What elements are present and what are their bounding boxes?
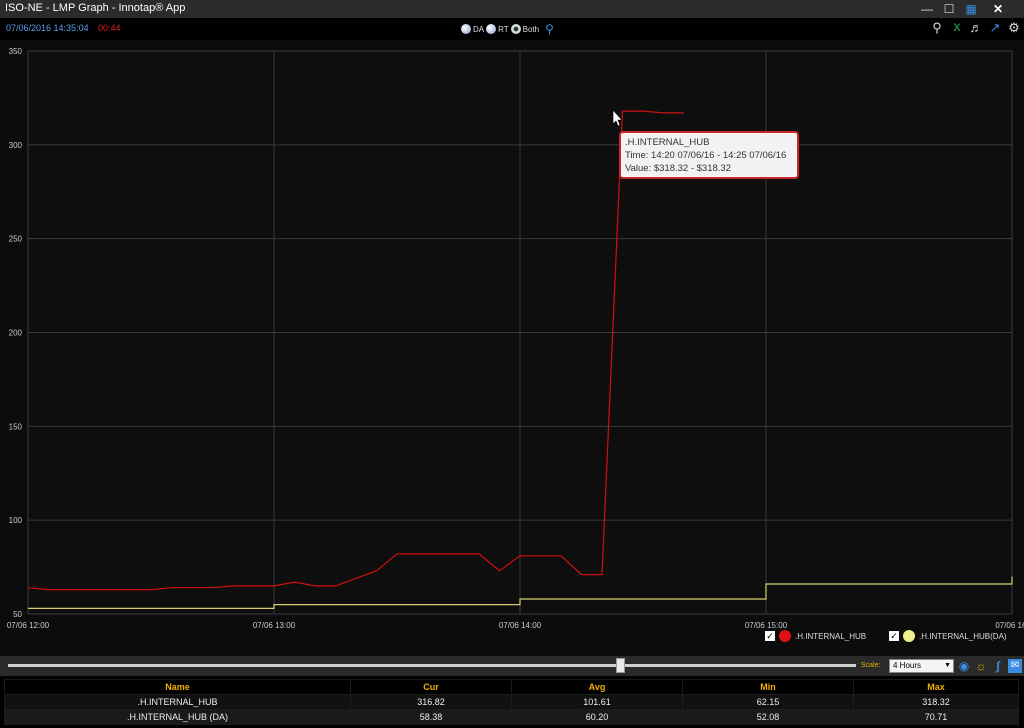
y-tick-label: 150: [9, 422, 23, 431]
radio-da[interactable]: [461, 24, 471, 34]
col-header-cur: Cur: [350, 679, 512, 695]
legend-swatch-da: [903, 630, 915, 642]
gear-icon[interactable]: ⚙: [1006, 20, 1022, 36]
scale-select[interactable]: 4 Hours ▼: [889, 659, 954, 673]
table-row[interactable]: .H.INTERNAL_HUB (DA) 58.38 60.20 52.08 7…: [4, 709, 1019, 725]
cell-name: .H.INTERNAL_HUB (DA): [4, 709, 351, 725]
popout-icon[interactable]: ↗: [987, 20, 1003, 36]
close-button[interactable]: ✕: [988, 1, 1008, 17]
maximize-button[interactable]: ☐: [939, 1, 959, 17]
chart-tooltip: .H.INTERNAL_HUB Time: 14:20 07/06/16 - 1…: [619, 131, 799, 179]
cell-avg: 101.61: [511, 694, 683, 710]
cell-max: 70.71: [853, 709, 1019, 725]
cell-cur: 58.38: [350, 709, 512, 725]
cell-cur: 316.82: [350, 694, 512, 710]
scale-select-value: 4 Hours: [893, 661, 922, 670]
table-row[interactable]: .H.INTERNAL_HUB 316.82 101.61 62.15 318.…: [4, 694, 1019, 710]
excel-icon[interactable]: X: [949, 20, 965, 36]
scale-label: Scale:: [861, 662, 881, 669]
radio-da-label: DA: [473, 24, 485, 34]
y-tick-label: 50: [13, 610, 22, 619]
y-tick-label: 200: [9, 329, 23, 338]
minimize-button[interactable]: —: [917, 1, 937, 17]
cell-name: .H.INTERNAL_HUB: [4, 694, 351, 710]
chart-svg: 50 100 150 200 250 300 350 07/06 12:00 07/06 13:…: [7, 47, 1024, 630]
window-title: ISO-NE - LMP Graph - Innotap® App: [5, 2, 186, 14]
legend-label-da: .H.INTERNAL_HUB(DA): [919, 631, 1007, 641]
tooltip-name: .H.INTERNAL_HUB: [625, 137, 710, 148]
time-slider-track[interactable]: [8, 664, 856, 667]
radio-rt-label: RT: [498, 24, 509, 34]
lmp-chart: 50 100 150 200 250 300 350 07/06 12:00 07/06 13:…: [0, 40, 1024, 656]
col-header-max: Max: [853, 679, 1019, 695]
cell-avg: 60.20: [511, 709, 683, 725]
timestamp: 07/06/2016 14:35:04: [6, 23, 89, 33]
legend-item-da[interactable]: ✓ .H.INTERNAL_HUB(DA): [889, 630, 1007, 642]
chevron-down-icon: ▼: [944, 662, 951, 669]
stats-header-row: Name Cur Avg Min Max: [4, 679, 1019, 695]
legend-item-rt[interactable]: ✓ .H.INTERNAL_HUB: [765, 630, 866, 642]
x-tick-label: 07/06 13:00: [253, 621, 296, 630]
legend-checkbox-da[interactable]: ✓: [889, 631, 899, 641]
tooltip-value: Value: $318.32 - $318.32: [625, 163, 731, 174]
col-header-avg: Avg: [511, 679, 683, 695]
radio-both-label: Both: [522, 24, 540, 34]
x-tick-label: 07/06 12:00: [7, 621, 50, 630]
y-tick-label: 250: [9, 235, 23, 244]
x-tick-label: 07/06 14:00: [499, 621, 542, 630]
sound-icon[interactable]: ♬: [968, 20, 984, 36]
col-header-min: Min: [682, 679, 854, 695]
location-pin-icon[interactable]: ⚲: [545, 22, 554, 36]
title-bar: ISO-NE - LMP Graph - Innotap® App — ☐ ▦ …: [0, 0, 1024, 18]
stats-table: Name Cur Avg Min Max .H.INTERNAL_HUB 316…: [4, 679, 1019, 725]
mail-icon[interactable]: ✉: [1008, 659, 1022, 673]
y-tick-label: 300: [9, 141, 23, 150]
sun-icon[interactable]: ☼: [974, 659, 988, 673]
curve-icon[interactable]: ∫: [991, 659, 1005, 673]
toolbar: 07/06/2016 14:35:04 00:44 DA RT Both ⚲ ⚲…: [0, 18, 1024, 40]
refresh-countdown: 00:44: [98, 23, 121, 33]
search-icon[interactable]: ⚲: [929, 20, 945, 36]
eye-icon[interactable]: ◉: [957, 659, 971, 673]
radio-rt[interactable]: [486, 24, 497, 34]
y-tick-label: 100: [9, 516, 23, 525]
y-tick-label: 350: [9, 47, 23, 56]
x-tick-label: 07/06 16:: [995, 621, 1024, 630]
data-mode-radio-group: DA RT Both ⚲: [461, 22, 554, 36]
cell-min: 52.08: [682, 709, 854, 725]
tooltip-time: Time: 14:20 07/06/16 - 14:25 07/06/16: [625, 150, 787, 161]
legend-swatch-rt: [779, 630, 791, 642]
col-header-name: Name: [4, 679, 351, 695]
time-slider-thumb[interactable]: [616, 658, 625, 673]
x-tick-label: 07/06 15:00: [745, 621, 788, 630]
cell-max: 318.32: [853, 694, 1019, 710]
legend-checkbox-rt[interactable]: ✓: [765, 631, 775, 641]
cell-min: 62.15: [682, 694, 854, 710]
radio-both[interactable]: [510, 24, 521, 34]
legend-label-rt: .H.INTERNAL_HUB: [795, 631, 867, 641]
layout-grid-icon[interactable]: ▦: [961, 1, 981, 17]
